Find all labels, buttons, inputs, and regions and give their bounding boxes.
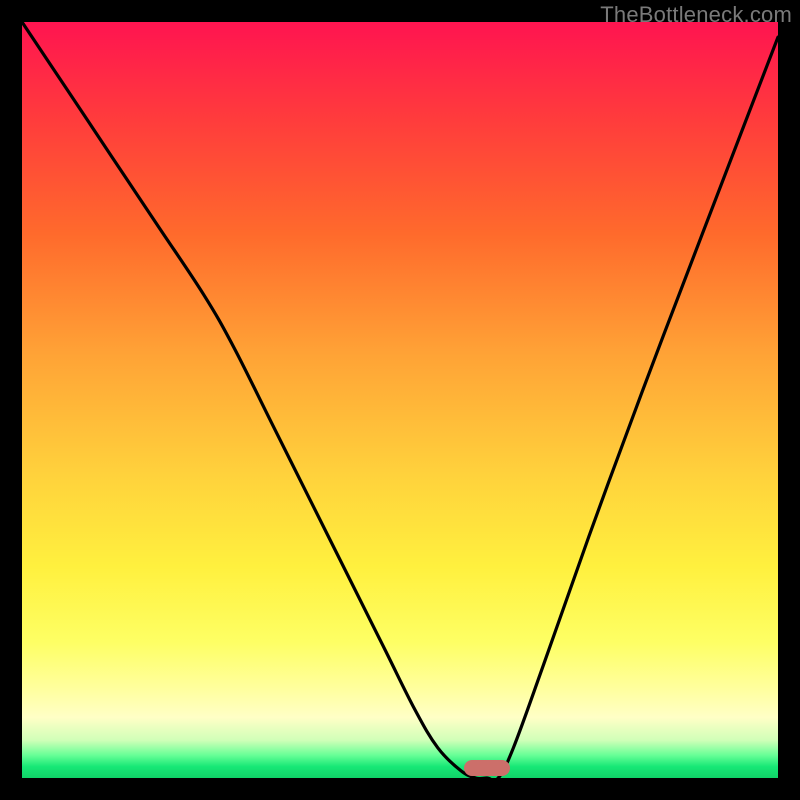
curve-svg (22, 22, 778, 778)
bottleneck-curve (22, 22, 778, 778)
plot-area (22, 22, 778, 778)
optimal-range-marker (464, 760, 509, 776)
chart-container: TheBottleneck.com (0, 0, 800, 800)
